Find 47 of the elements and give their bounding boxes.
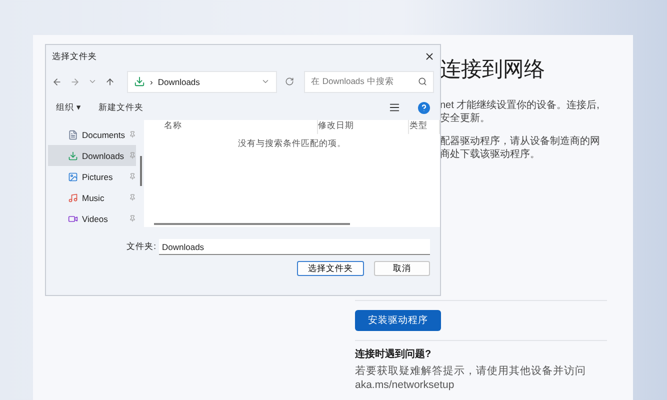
download-icon — [134, 76, 145, 88]
description-text: 安全更新。 — [440, 112, 491, 125]
pin-icon — [129, 152, 136, 160]
folder-label: 文件夹: — [126, 241, 156, 254]
sidebar-item[interactable]: Videos — [48, 208, 136, 230]
sidebar-item[interactable]: Music — [48, 187, 136, 208]
videos-icon — [68, 214, 78, 224]
folder-field[interactable]: Downloads — [159, 239, 430, 256]
list-view-icon[interactable] — [389, 102, 400, 114]
pictures-icon — [68, 172, 78, 182]
page-title: 连接到网络 — [440, 57, 546, 83]
pin-icon — [129, 194, 136, 202]
path-separator: › — [150, 76, 153, 87]
address-bar[interactable]: › Downloads — [127, 70, 277, 93]
help-heading: 连接时遇到问题? — [355, 348, 432, 361]
cancel-button[interactable]: 取消 — [374, 261, 430, 276]
documents-icon — [68, 130, 78, 140]
select-folder-button[interactable]: 选择文件夹 — [297, 261, 364, 276]
description-text: 商处下载该驱动程序。 — [440, 148, 541, 161]
close-icon[interactable] — [424, 51, 435, 62]
search-icon — [418, 77, 427, 86]
dialog-title: 选择文件夹 — [52, 50, 97, 63]
column-header[interactable]: 名称 — [164, 120, 318, 134]
sidebar-item[interactable]: Downloads — [48, 145, 136, 166]
up-arrow-icon[interactable] — [105, 76, 115, 87]
downloads-icon — [68, 150, 78, 161]
refresh-icon[interactable] — [285, 77, 294, 86]
back-arrow-icon[interactable] — [52, 76, 62, 87]
new-folder-button[interactable]: 新建文件夹 — [98, 102, 144, 114]
help-text: 若要获取疑难解答提示，请使用其他设备并访问 aka.ms/networksetup — [355, 364, 587, 392]
path-text: Downloads — [158, 76, 200, 87]
scrollbar[interactable] — [154, 223, 350, 226]
forward-arrow-icon[interactable] — [70, 76, 80, 87]
scrollbar[interactable] — [140, 156, 142, 186]
column-header[interactable]: 类型 — [409, 120, 440, 134]
organize-menu[interactable]: 组织 ▾ — [56, 102, 81, 114]
pin-icon — [129, 215, 136, 222]
music-icon — [68, 192, 78, 203]
help-icon[interactable] — [418, 102, 430, 114]
search-field[interactable]: 在 Downloads 中搜索 — [304, 70, 434, 93]
pin-icon — [129, 131, 136, 138]
column-header[interactable]: 修改日期 — [318, 120, 410, 134]
pin-icon — [129, 173, 136, 180]
sidebar-item[interactable]: Documents — [48, 124, 136, 146]
empty-message: 没有与搜索条件匹配的项。 — [237, 138, 347, 150]
install-driver-button[interactable]: 安装驱动程序 — [355, 310, 441, 331]
sidebar-item[interactable]: Pictures — [48, 166, 136, 188]
